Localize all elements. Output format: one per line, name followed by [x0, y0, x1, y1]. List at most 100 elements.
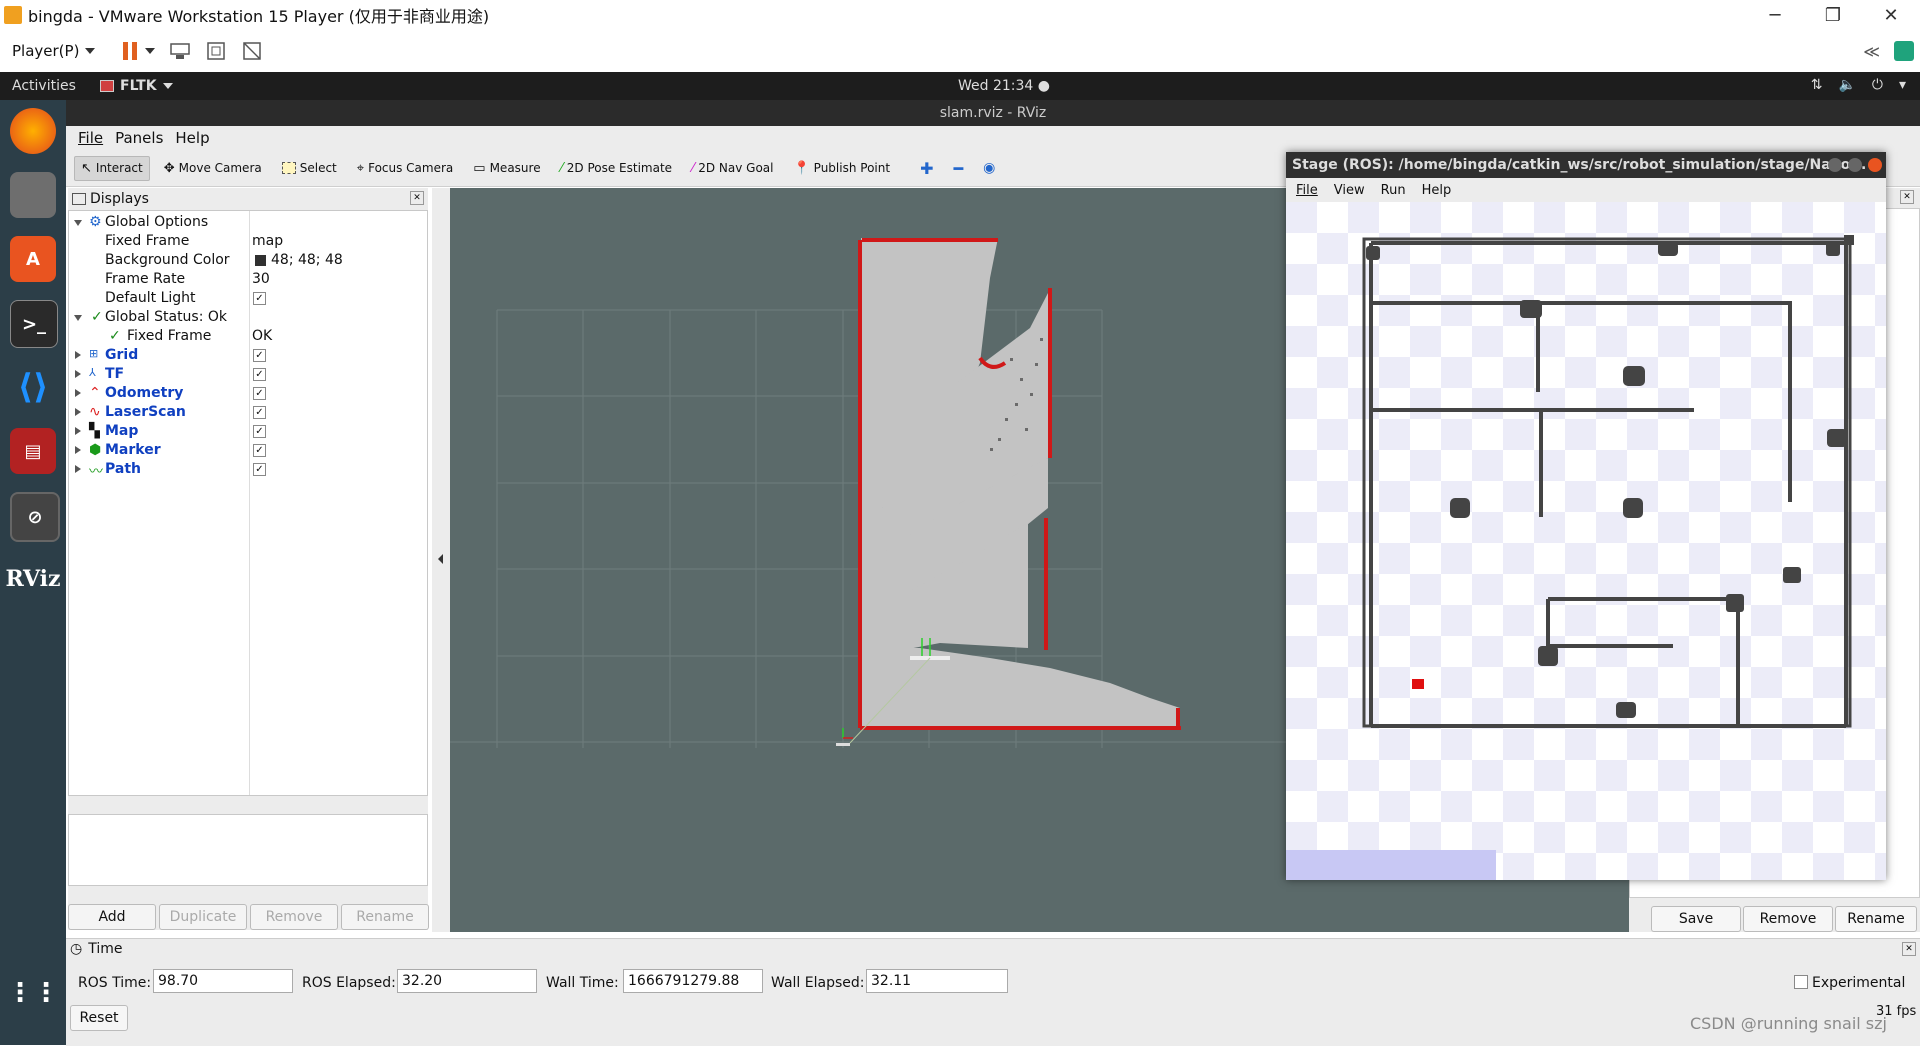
close-icon[interactable] — [1868, 158, 1882, 172]
measure-tool[interactable]: ▭ Measure — [467, 157, 546, 180]
expand-icon[interactable] — [75, 446, 81, 454]
expand-icon[interactable] — [75, 370, 81, 378]
tree-row-odometry[interactable]: ⌃ Odometry ✓ — [69, 384, 427, 403]
rename-button[interactable]: Rename — [341, 904, 429, 930]
publish-point-tool[interactable]: 📍 Publish Point — [787, 157, 896, 180]
tree-row-frame-rate[interactable]: Frame Rate 30 — [69, 270, 427, 289]
checkbox[interactable]: ✓ — [253, 387, 266, 400]
reset-button[interactable]: Reset — [70, 1005, 128, 1031]
checkbox[interactable]: ✓ — [253, 406, 266, 419]
ros-time-field[interactable]: 98.70 — [153, 969, 293, 993]
system-monitor-icon[interactable]: ▤ — [10, 428, 56, 474]
remove-button[interactable]: Remove — [250, 904, 338, 930]
unity-mode-icon[interactable] — [241, 40, 263, 62]
pause-icon[interactable] — [119, 40, 141, 62]
menu-panels[interactable]: Panels — [115, 129, 163, 147]
stage-window[interactable]: Stage (ROS): /home/bingda/catkin_ws/src/… — [1286, 152, 1886, 880]
tree-row-path[interactable]: 〰 Path ✓ — [69, 460, 427, 480]
send-ctrl-alt-del-icon[interactable] — [169, 40, 191, 62]
stage-menu-file[interactable]: File — [1296, 183, 1318, 198]
move-camera-tool[interactable]: ✥ Move Camera — [158, 157, 268, 180]
stage-app-icon[interactable]: ⊘ — [10, 492, 60, 542]
stage-menu-help[interactable]: Help — [1422, 183, 1452, 198]
panel-splitter[interactable] — [432, 188, 450, 932]
tree-row-laserscan[interactable]: ∿ LaserScan ✓ — [69, 403, 427, 422]
tree-row-fixed-frame[interactable]: Fixed Frame map — [69, 232, 427, 251]
stage-menu-run[interactable]: Run — [1381, 183, 1406, 198]
select-tool[interactable]: Select — [276, 157, 343, 179]
tree-value[interactable]: map — [252, 233, 283, 249]
save-view-button[interactable]: Save — [1651, 906, 1741, 932]
collapse-arrow-icon[interactable] — [438, 554, 443, 564]
checkbox[interactable]: ✓ — [253, 425, 266, 438]
terminal-icon[interactable]: >_ — [10, 300, 58, 348]
firefox-icon[interactable] — [10, 108, 56, 154]
checkbox[interactable]: ✓ — [253, 368, 266, 381]
expand-icon[interactable] — [75, 465, 81, 473]
activities-button[interactable]: Activities — [12, 78, 76, 94]
rename-view-button[interactable]: Rename — [1835, 906, 1917, 932]
stage-world-canvas[interactable] — [1286, 202, 1886, 880]
add-tool-icon[interactable]: ✚ — [914, 155, 939, 182]
tree-value[interactable]: 48; 48; 48 — [271, 252, 343, 268]
minimize-button[interactable]: ─ — [1746, 0, 1804, 30]
nav-goal-tool[interactable]: ⁄ 2D Nav Goal — [686, 157, 779, 180]
clock[interactable]: Wed 21:34 ● — [958, 78, 1050, 94]
wall-elapsed-field[interactable]: 32.11 — [866, 969, 1008, 993]
tree-row-marker[interactable]: ⬢ Marker ✓ — [69, 441, 427, 460]
expand-icon[interactable] — [74, 220, 82, 226]
minimize-icon[interactable] — [1828, 158, 1842, 172]
system-tray[interactable]: ⇅ 🔈 ⏻ ▾ — [1811, 77, 1906, 93]
experimental-checkbox[interactable] — [1794, 975, 1808, 989]
stage-menu-view[interactable]: View — [1334, 183, 1365, 198]
show-apps-icon[interactable]: ⋮⋮ — [7, 970, 59, 1016]
expand-icon[interactable] — [75, 427, 81, 435]
tree-row-status-fixed-frame[interactable]: ✓ Fixed Frame OK — [69, 327, 427, 346]
remove-tool-icon[interactable]: ━ — [947, 155, 969, 182]
tree-value[interactable]: 30 — [252, 271, 270, 287]
tree-row-default-light[interactable]: Default Light ✓ — [69, 289, 427, 308]
menu-help[interactable]: Help — [175, 129, 209, 147]
player-menu[interactable]: Player(P) — [12, 42, 96, 60]
tree-row-global-options[interactable]: ⚙ Global Options — [69, 213, 427, 232]
checkbox[interactable]: ✓ — [253, 349, 266, 362]
checkbox[interactable]: ✓ — [253, 292, 266, 305]
wall-time-field[interactable]: 1666791279.88 — [623, 969, 763, 993]
restore-button[interactable]: ❐ — [1804, 0, 1862, 30]
close-icon[interactable]: ✕ — [1902, 942, 1916, 956]
tree-row-map[interactable]: ▚ Map ✓ — [69, 422, 427, 441]
app-name: FLTK — [120, 78, 157, 94]
app-menu[interactable]: FLTK — [100, 78, 173, 94]
close-icon[interactable]: ✕ — [1900, 190, 1914, 204]
tree-row-tf[interactable]: ⅄ TF ✓ — [69, 365, 427, 384]
fullscreen-icon[interactable] — [205, 40, 227, 62]
checkbox[interactable]: ✓ — [253, 463, 266, 476]
focus-camera-tool[interactable]: ⌖ Focus Camera — [351, 157, 460, 180]
files-icon[interactable] — [10, 172, 56, 218]
menu-file[interactable]: File — [78, 129, 103, 147]
tree-row-background-color[interactable]: Background Color 48; 48; 48 — [69, 251, 427, 270]
ros-elapsed-field[interactable]: 32.20 — [397, 969, 537, 993]
tool-properties-icon[interactable]: ◉ — [977, 156, 1001, 180]
tree-row-grid[interactable]: ⊞ Grid ✓ — [69, 346, 427, 365]
tree-row-global-status[interactable]: ✓ Global Status: Ok — [69, 308, 427, 327]
checkbox[interactable]: ✓ — [253, 444, 266, 457]
duplicate-button[interactable]: Duplicate — [159, 904, 247, 930]
expand-icon[interactable] — [75, 389, 81, 397]
software-center-icon[interactable]: A — [10, 236, 56, 282]
message-log-icon[interactable] — [1894, 41, 1914, 61]
expand-icon[interactable] — [74, 315, 82, 321]
rviz-icon[interactable]: RViz — [5, 556, 60, 602]
remove-view-button[interactable]: Remove — [1743, 906, 1833, 932]
collapse-toolbar-icon[interactable]: ≪ — [1863, 42, 1880, 61]
pose-estimate-tool[interactable]: ⁄ 2D Pose Estimate — [555, 157, 678, 180]
close-icon[interactable]: ✕ — [410, 191, 424, 205]
maximize-icon[interactable] — [1848, 158, 1862, 172]
vscode-icon[interactable]: ⟨⟩ — [10, 364, 56, 410]
add-button[interactable]: Add — [68, 904, 156, 930]
expand-icon[interactable] — [75, 351, 81, 359]
interact-tool[interactable]: ↖ Interact — [74, 155, 150, 181]
close-button[interactable]: ✕ — [1862, 0, 1920, 30]
pause-dropdown-icon[interactable] — [145, 48, 156, 54]
expand-icon[interactable] — [75, 408, 81, 416]
